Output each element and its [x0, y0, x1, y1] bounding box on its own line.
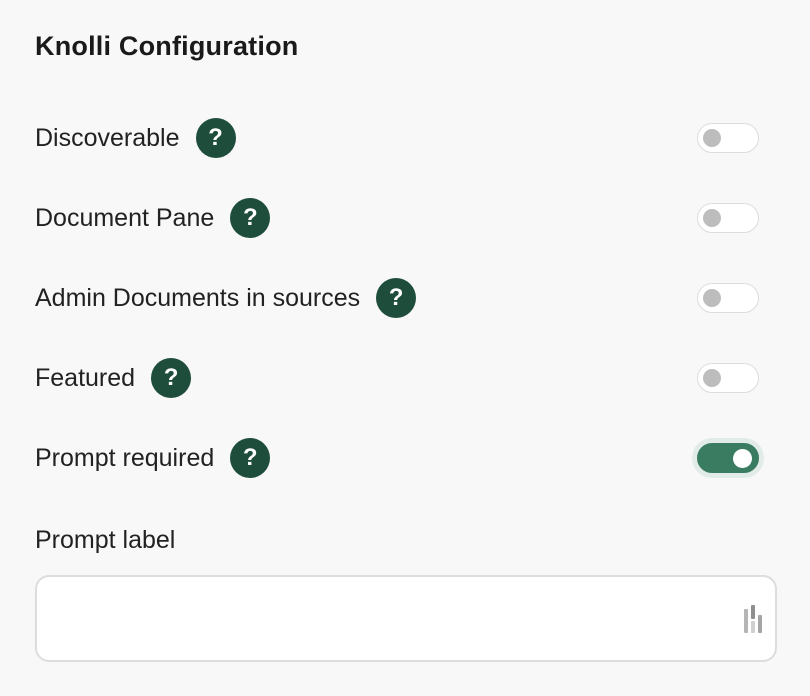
- setting-row-prompt-required: Prompt required ?: [35, 436, 759, 480]
- toggle-knob: [703, 129, 721, 147]
- toggle-knob: [703, 209, 721, 227]
- panel-title: Knolli Configuration: [35, 31, 299, 61]
- setting-label: Discoverable: [35, 124, 180, 152]
- prompt-required-toggle[interactable]: [697, 443, 759, 473]
- setting-label: Featured: [35, 364, 136, 392]
- question-mark-icon[interactable]: ?: [195, 118, 236, 158]
- setting-label: Admin Documents in sources: [35, 284, 361, 312]
- grip-icon[interactable]: [743, 605, 765, 635]
- toggle-knob: [703, 289, 721, 307]
- prompt-label-heading: Prompt label: [35, 526, 176, 554]
- setting-label: Document Pane: [35, 204, 215, 232]
- document-pane-toggle[interactable]: [697, 203, 759, 233]
- question-mark-icon[interactable]: ?: [230, 438, 271, 478]
- prompt-label-field[interactable]: [35, 575, 777, 662]
- setting-row-discoverable: Discoverable ?: [35, 116, 759, 160]
- question-mark-icon[interactable]: ?: [230, 198, 271, 238]
- toggle-knob: [703, 369, 721, 387]
- question-mark-icon[interactable]: ?: [376, 278, 417, 318]
- toggle-knob: [733, 449, 752, 468]
- setting-row-featured: Featured ?: [35, 356, 759, 400]
- knolli-configuration-panel: Knolli Configuration Discoverable ? Docu…: [0, 0, 810, 696]
- setting-label: Prompt required: [35, 444, 215, 472]
- question-mark-icon[interactable]: ?: [151, 358, 192, 398]
- setting-row-admin-documents: Admin Documents in sources ?: [35, 276, 759, 320]
- admin-documents-toggle[interactable]: [697, 283, 759, 313]
- discoverable-toggle[interactable]: [697, 123, 759, 153]
- setting-row-document-pane: Document Pane ?: [35, 196, 759, 240]
- featured-toggle[interactable]: [697, 363, 759, 393]
- prompt-label-input[interactable]: [53, 577, 737, 662]
